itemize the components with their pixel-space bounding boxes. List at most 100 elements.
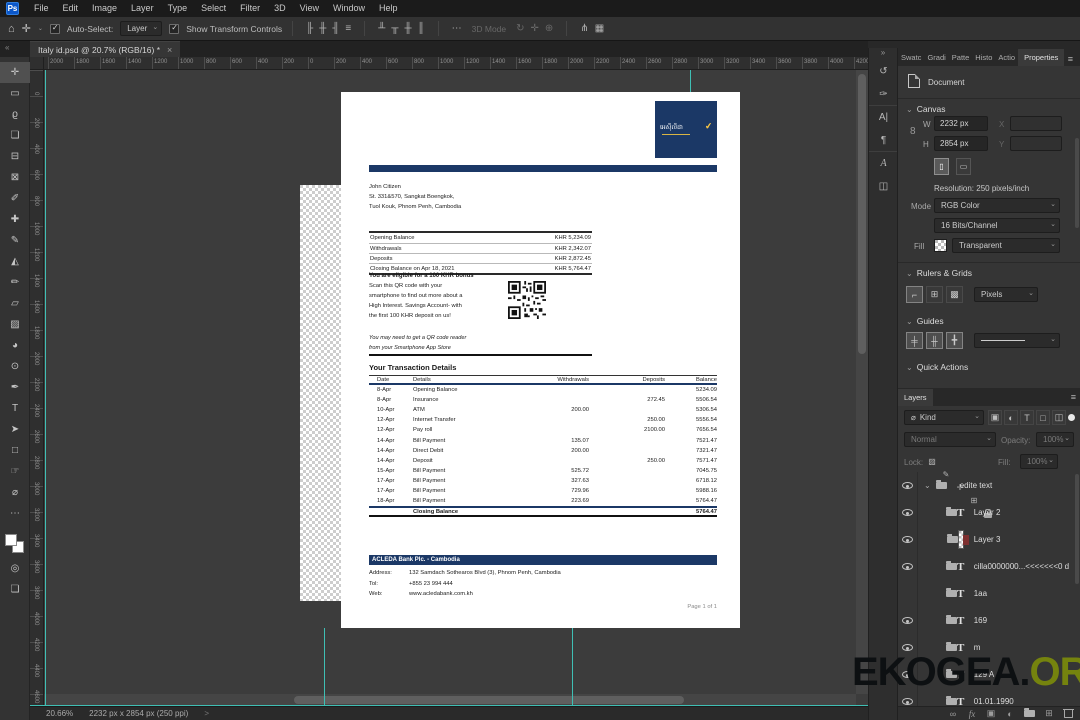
panel-tab[interactable]: Gradi: [924, 49, 948, 66]
height-field[interactable]: 2854 px: [934, 136, 988, 151]
layer-visibility-toggle[interactable]: [898, 526, 918, 553]
object-selection-tool[interactable]: ❏: [0, 125, 30, 146]
clear-guides-icon[interactable]: ╋: [946, 332, 963, 349]
new-layer-icon[interactable]: ⊞: [1044, 708, 1054, 720]
filter-adjustment-layers-icon[interactable]: ◐: [1004, 410, 1018, 425]
fill-opacity-field[interactable]: 100%: [1020, 454, 1058, 469]
color-mode-dropdown[interactable]: RGB Color: [934, 198, 1060, 213]
y-field[interactable]: [1010, 136, 1062, 151]
home-icon[interactable]: ⌂: [8, 23, 15, 35]
guide-vertical[interactable]: [572, 628, 573, 705]
menu-item[interactable]: Image: [85, 3, 124, 13]
toggle-pixel-grid-icon[interactable]: ▩: [946, 286, 963, 303]
layer-name[interactable]: edite text: [960, 481, 992, 490]
layer-name[interactable]: 169: [974, 616, 987, 625]
fill-dropdown[interactable]: Transparent: [952, 238, 1060, 253]
link-dimensions-icon[interactable]: 8: [910, 126, 916, 137]
panel-tab[interactable]: Patte: [949, 49, 973, 66]
brush-tool[interactable]: ✎: [0, 230, 30, 251]
filter-type-layers-icon[interactable]: T: [1020, 410, 1034, 425]
scrollbar-thumb[interactable]: [294, 696, 684, 704]
collapse-panels-icon[interactable]: «: [5, 43, 9, 52]
chevron-down-icon[interactable]: [924, 481, 931, 490]
layer-thumbnail[interactable]: T: [946, 530, 969, 550]
auto-select-target-dropdown[interactable]: Layer: [120, 21, 163, 36]
crop-tool[interactable]: ⊟: [0, 146, 30, 167]
layer-effects-icon[interactable]: fx: [967, 708, 977, 720]
canvas-section-header[interactable]: Canvas: [906, 104, 946, 114]
align-edges-icon[interactable]: ≡: [342, 23, 354, 34]
width-field[interactable]: 2232 px: [934, 116, 988, 131]
layer-name[interactable]: 01.01.1990: [974, 697, 1014, 706]
foreground-color-swatch[interactable]: [4, 534, 17, 546]
vertical-scrollbar[interactable]: [856, 70, 868, 694]
toggle-rulers-icon[interactable]: ⌐: [906, 286, 923, 303]
clone-stamp-tool[interactable]: ◭: [0, 251, 30, 272]
layer-name[interactable]: cilla0000000...<<<<<<<0 d: [974, 562, 1069, 571]
menu-item[interactable]: Filter: [233, 3, 267, 13]
quick-mask-button[interactable]: ◎: [0, 558, 30, 579]
new-group-icon[interactable]: [1024, 708, 1035, 720]
lasso-tool[interactable]: ϱ: [0, 104, 30, 125]
scrollbar-thumb[interactable]: [858, 74, 866, 354]
guide-vertical[interactable]: [45, 70, 46, 705]
zoom-tool[interactable]: ⌀: [0, 482, 30, 503]
filter-pixel-layers-icon[interactable]: ▣: [988, 410, 1002, 425]
layer-thumbnail[interactable]: T: [946, 503, 964, 523]
glyphs-panel-icon[interactable]: A: [869, 152, 898, 175]
guide-vertical[interactable]: [690, 70, 691, 92]
tab-layers[interactable]: Layers: [898, 389, 933, 406]
menu-item[interactable]: Window: [326, 3, 372, 13]
layer-filter-kind-dropdown[interactable]: ⌀ Kind: [904, 410, 984, 425]
distribute-top-icon[interactable]: ╨: [375, 23, 388, 34]
panel-tab[interactable]: Swatc: [898, 49, 924, 66]
layer-filter-toggle[interactable]: [1068, 414, 1075, 421]
layer-row[interactable]: T 169: [898, 607, 1080, 634]
vertical-ruler[interactable]: 0 200 400 600 800 1000 1200 1400 1600 1800 2000 220…: [30, 70, 44, 706]
eyedropper-tool[interactable]: ✐: [0, 188, 30, 209]
menu-item[interactable]: Select: [194, 3, 233, 13]
libraries-panel-icon[interactable]: ◫: [869, 175, 898, 198]
type-tool[interactable]: T: [0, 398, 30, 419]
opacity-field[interactable]: 100%: [1036, 432, 1074, 447]
chevron-down-icon[interactable]: ⌄: [38, 25, 43, 32]
rectangular-marquee-tool[interactable]: ▭: [0, 83, 30, 104]
portrait-orientation-button[interactable]: ▯: [934, 158, 949, 175]
guides-section-header[interactable]: Guides: [906, 316, 944, 326]
history-brush-tool[interactable]: ✏: [0, 272, 30, 293]
character-panel-icon[interactable]: A|: [869, 106, 898, 129]
menu-item[interactable]: Help: [372, 3, 405, 13]
pen-tool[interactable]: ✒: [0, 377, 30, 398]
layer-thumbnail[interactable]: T: [933, 476, 950, 496]
spot-healing-brush-tool[interactable]: ✚: [0, 209, 30, 230]
layer-row[interactable]: T edite text: [898, 472, 1080, 499]
layer-row[interactable]: T cilla0000000...<<<<<<<0 d: [898, 553, 1080, 580]
edit-toolbar-icon[interactable]: ⋯: [0, 503, 30, 524]
rectangle-tool[interactable]: □: [0, 440, 30, 461]
layer-name[interactable]: Layer 2: [974, 508, 1001, 517]
menu-item[interactable]: 3D: [267, 3, 293, 13]
panel-tab[interactable]: Histo: [972, 49, 995, 66]
layer-visibility-toggle[interactable]: [898, 553, 918, 580]
paragraph-panel-icon[interactable]: ¶: [869, 129, 898, 152]
foreground-background-swatches[interactable]: [4, 534, 25, 554]
expand-panels-icon[interactable]: »: [869, 48, 897, 60]
blur-tool[interactable]: ◕: [0, 335, 30, 356]
ruler-origin-corner[interactable]: [30, 57, 44, 70]
hand-tool[interactable]: ☞: [0, 461, 30, 482]
layer-thumbnail[interactable]: T: [946, 611, 964, 631]
align-right-icon[interactable]: ╢: [329, 23, 342, 34]
status-chevron-icon[interactable]: >: [204, 709, 209, 718]
layer-row[interactable]: T Layer 3: [898, 526, 1080, 553]
layer-name[interactable]: 1aa: [974, 589, 987, 598]
distribute-horizontal-icon[interactable]: ║: [415, 23, 428, 34]
fill-swatch[interactable]: [934, 239, 947, 252]
landscape-orientation-button[interactable]: ▭: [956, 158, 971, 175]
layer-visibility-toggle[interactable]: [898, 499, 918, 526]
panel-tab[interactable]: Actio: [995, 49, 1018, 66]
align-left-icon[interactable]: ╟: [303, 23, 316, 34]
share-icon[interactable]: ⋔: [577, 23, 591, 34]
gradient-tool[interactable]: ▨: [0, 314, 30, 335]
move-tool-icon[interactable]: ✛: [22, 22, 31, 35]
blend-mode-dropdown[interactable]: Normal: [904, 432, 996, 447]
